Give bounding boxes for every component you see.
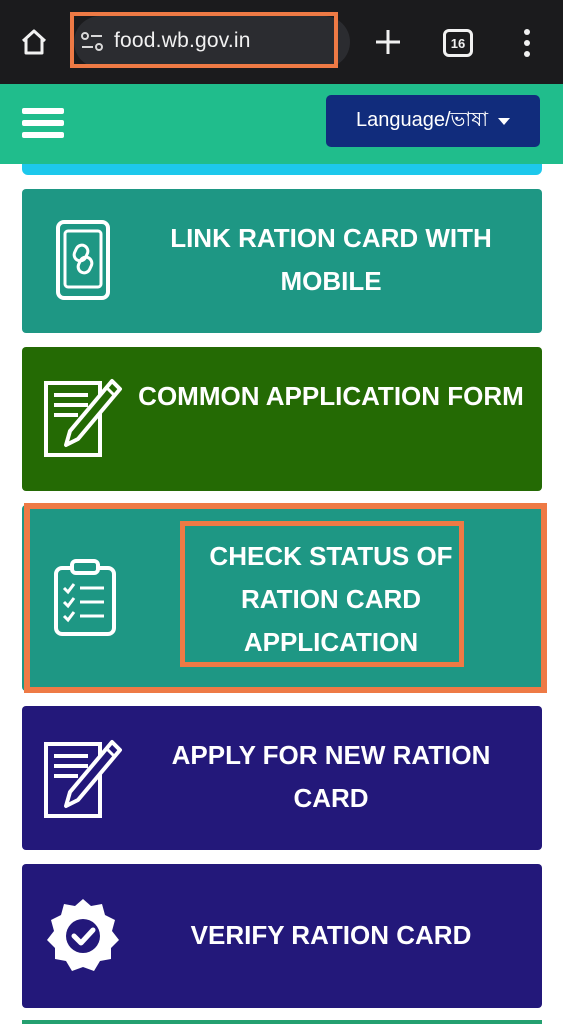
tab-switcher-icon[interactable]: 16 [443,29,473,57]
card-label: LINK RATION CARD WITH MOBILE [170,223,492,296]
form-pencil-icon [42,738,124,820]
language-button-label: Language/ভাষা [355,108,489,131]
tab-count: 16 [450,35,466,51]
apply-new-ration-card-button[interactable]: APPLY FOR NEW RATION CARD [22,706,542,850]
card-label: VERIFY RATION CARD [190,920,472,950]
site-header: Language/ভাষা [0,84,563,164]
form-pencil-icon [42,377,124,459]
next-card-edge [22,1020,542,1024]
mobile-link-icon [42,219,124,301]
verify-ration-card-button[interactable]: VERIFY RATION CARD [22,864,542,1008]
previous-card-edge [22,164,542,175]
url-highlight-box [70,12,338,68]
hamburger-menu-icon[interactable] [22,108,64,142]
home-icon[interactable] [14,22,54,62]
card-label: COMMON APPLICATION FORM [138,381,524,411]
card-label: APPLY FOR NEW RATION CARD [171,740,491,813]
browser-toolbar: food.wb.gov.in 16 [0,0,563,84]
label-highlight-box [180,521,464,667]
caret-down-icon [498,117,511,125]
link-ration-card-mobile-button[interactable]: LINK RATION CARD WITH MOBILE [22,189,542,333]
common-application-form-button[interactable]: COMMON APPLICATION FORM [22,347,542,491]
language-dropdown-button[interactable]: Language/ভাষা [326,95,540,147]
verified-badge-icon [42,896,124,978]
plus-icon[interactable] [370,24,406,60]
more-vert-icon[interactable] [512,26,542,60]
